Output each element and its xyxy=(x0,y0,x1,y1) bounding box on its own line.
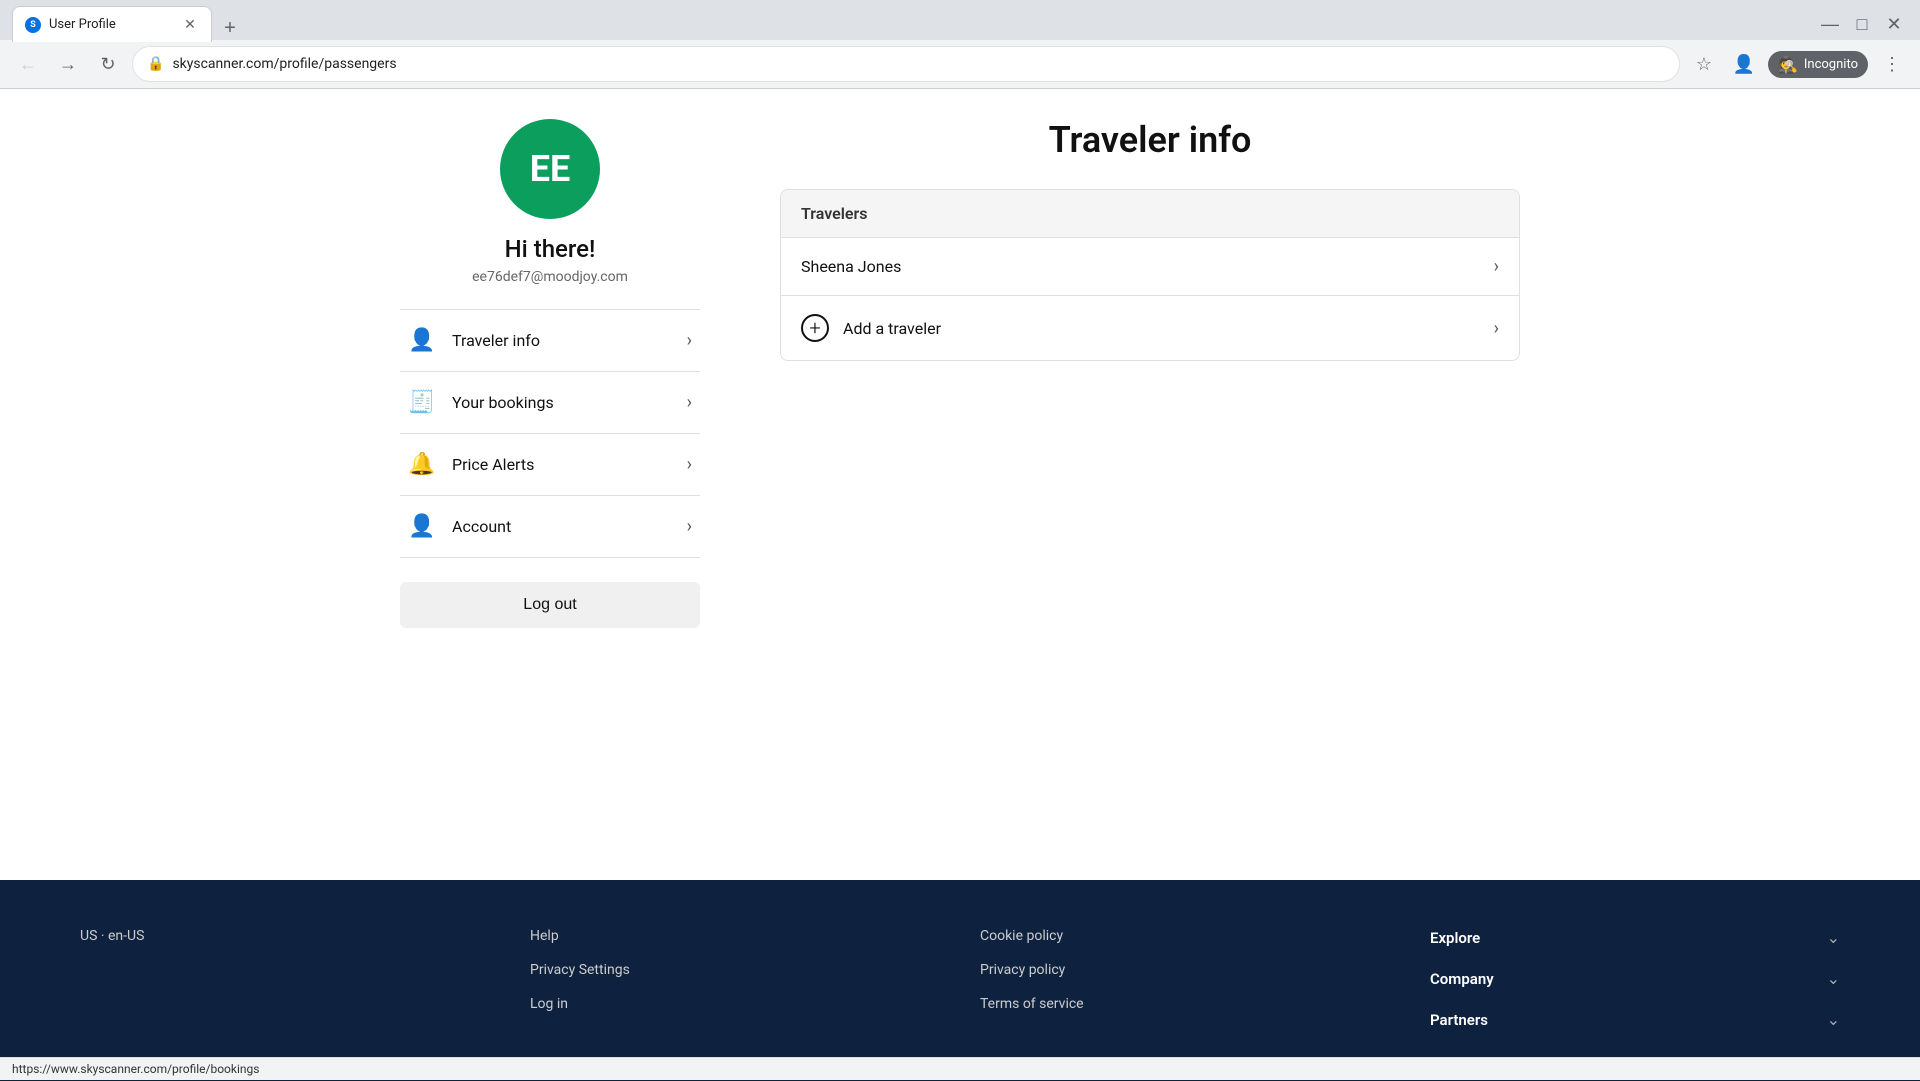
page-content: EE Hi there! ee76def7@moodjoy.com 👤 Trav… xyxy=(0,89,1920,1081)
footer-col-4: Explore ⌄ Company ⌄ Partners ⌄ xyxy=(1430,928,1840,1033)
incognito-icon: 🕵️ xyxy=(1778,55,1798,74)
incognito-badge: 🕵️ Incognito xyxy=(1768,51,1868,78)
sidebar-item-traveler-info[interactable]: 👤 Traveler info › xyxy=(400,310,700,372)
main-area: EE Hi there! ee76def7@moodjoy.com 👤 Trav… xyxy=(360,89,1560,880)
account-chevron: › xyxy=(687,516,692,537)
footer-link-privacy-settings[interactable]: Privacy Settings xyxy=(530,962,940,978)
price-alerts-icon: 🔔 xyxy=(408,452,436,477)
footer-company-title: Company xyxy=(1430,970,1494,988)
nav-menu: 👤 Traveler info › 🧾 Your bookings › 🔔 Pr… xyxy=(400,309,700,558)
travelers-header: Travelers xyxy=(781,190,1519,238)
traveler-info-chevron: › xyxy=(687,330,692,351)
incognito-label: Incognito xyxy=(1804,57,1858,72)
avatar-initials: EE xyxy=(530,148,571,190)
footer-locale: US · en-US xyxy=(80,928,490,944)
account-label: Account xyxy=(452,517,671,536)
avatar: EE xyxy=(500,119,600,219)
traveler-chevron-icon: › xyxy=(1494,256,1499,277)
reload-button[interactable]: ↻ xyxy=(92,48,124,80)
traveler-name: Sheena Jones xyxy=(801,257,901,276)
your-bookings-chevron: › xyxy=(687,392,692,413)
user-email: ee76def7@moodjoy.com xyxy=(472,269,628,285)
footer-link-log-in[interactable]: Log in xyxy=(530,996,940,1012)
security-icon: 🔒 xyxy=(147,56,164,72)
footer: US · en-US Help Privacy Settings Log in … xyxy=(0,880,1920,1081)
footer-grid: US · en-US Help Privacy Settings Log in … xyxy=(80,928,1840,1033)
status-bar: https://www.skyscanner.com/profile/booki… xyxy=(0,1057,1920,1080)
browser-chrome: S User Profile ✕ + — □ ✕ ← → ↻ 🔒 skyscan… xyxy=(0,0,1920,89)
maximize-button[interactable]: □ xyxy=(1848,10,1876,38)
sidebar-item-your-bookings[interactable]: 🧾 Your bookings › xyxy=(400,372,700,434)
traveler-info-label: Traveler info xyxy=(452,331,671,350)
footer-explore-section[interactable]: Explore ⌄ xyxy=(1430,928,1840,951)
greeting-text: Hi there! xyxy=(505,235,596,263)
sidebar: EE Hi there! ee76def7@moodjoy.com 👤 Trav… xyxy=(400,119,700,850)
sidebar-item-account[interactable]: 👤 Account › xyxy=(400,496,700,558)
tab-bar: S User Profile ✕ + xyxy=(12,6,1816,42)
travelers-section: Travelers Sheena Jones › + Add a travele… xyxy=(780,189,1520,361)
content-area: Traveler info Travelers Sheena Jones › +… xyxy=(780,119,1520,850)
footer-explore-chevron: ⌄ xyxy=(1827,928,1840,947)
price-alerts-chevron: › xyxy=(687,454,692,475)
footer-link-terms-of-service[interactable]: Terms of service xyxy=(980,996,1390,1012)
price-alerts-label: Price Alerts xyxy=(452,455,671,474)
sidebar-item-price-alerts[interactable]: 🔔 Price Alerts › xyxy=(400,434,700,496)
tab-favicon: S xyxy=(25,17,41,33)
footer-link-cookie-policy[interactable]: Cookie policy xyxy=(980,928,1390,944)
footer-partners-section[interactable]: Partners ⌄ xyxy=(1430,1010,1840,1033)
footer-explore-title: Explore xyxy=(1430,929,1480,947)
back-button[interactable]: ← xyxy=(12,48,44,80)
footer-col-2: Help Privacy Settings Log in xyxy=(530,928,940,1012)
browser-toolbar: ← → ↻ 🔒 skyscanner.com/profile/passenger… xyxy=(0,40,1920,88)
traveler-info-icon: 👤 xyxy=(408,328,436,353)
title-bar: S User Profile ✕ + — □ ✕ xyxy=(0,0,1920,40)
your-bookings-label: Your bookings xyxy=(452,393,671,412)
your-bookings-icon: 🧾 xyxy=(408,390,436,415)
page-title: Traveler info xyxy=(780,119,1520,161)
footer-company-chevron: ⌄ xyxy=(1827,969,1840,988)
add-traveler-label: Add a traveler xyxy=(843,319,1480,338)
add-traveler-icon: + xyxy=(801,314,829,342)
footer-company-section[interactable]: Company ⌄ xyxy=(1430,969,1840,992)
footer-link-help[interactable]: Help xyxy=(530,928,940,944)
url-text: skyscanner.com/profile/passengers xyxy=(172,56,1665,72)
address-bar[interactable]: 🔒 skyscanner.com/profile/passengers xyxy=(132,46,1680,82)
account-icon: 👤 xyxy=(408,514,436,539)
forward-button[interactable]: → xyxy=(52,48,84,80)
bookmark-button[interactable]: ☆ xyxy=(1688,48,1720,80)
tab-close-button[interactable]: ✕ xyxy=(181,16,199,34)
new-tab-button[interactable]: + xyxy=(216,14,244,42)
footer-partners-title: Partners xyxy=(1430,1011,1488,1029)
traveler-row[interactable]: Sheena Jones › xyxy=(781,238,1519,296)
profile-button[interactable]: 👤 xyxy=(1728,48,1760,80)
minimize-button[interactable]: — xyxy=(1816,10,1844,38)
close-button[interactable]: ✕ xyxy=(1880,10,1908,38)
footer-partners-chevron: ⌄ xyxy=(1827,1010,1840,1029)
add-traveler-chevron-icon: › xyxy=(1494,318,1499,339)
footer-link-privacy-policy[interactable]: Privacy policy xyxy=(980,962,1390,978)
tab-title: User Profile xyxy=(49,17,173,32)
logout-button[interactable]: Log out xyxy=(400,582,700,628)
footer-col-3: Cookie policy Privacy policy Terms of se… xyxy=(980,928,1390,1012)
status-url: https://www.skyscanner.com/profile/booki… xyxy=(12,1062,259,1076)
active-tab[interactable]: S User Profile ✕ xyxy=(12,6,212,42)
add-traveler-row[interactable]: + Add a traveler › xyxy=(781,296,1519,360)
chrome-menu-button[interactable]: ⋮ xyxy=(1876,48,1908,80)
